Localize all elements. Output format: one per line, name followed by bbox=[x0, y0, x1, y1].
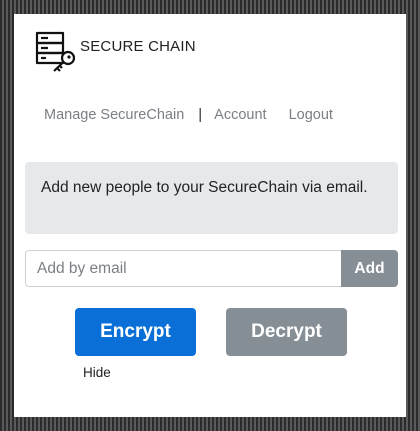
email-input[interactable] bbox=[25, 250, 341, 287]
top-nav: Manage SecureChain | Account Logout bbox=[44, 106, 333, 123]
nav-logout[interactable]: Logout bbox=[289, 107, 333, 123]
encrypt-button[interactable]: Encrypt bbox=[75, 308, 196, 356]
add-email-row: Add bbox=[25, 250, 398, 287]
nav-separator: | bbox=[198, 106, 203, 123]
hide-link[interactable]: Hide bbox=[83, 365, 111, 380]
add-button[interactable]: Add bbox=[341, 250, 398, 287]
decrypt-button[interactable]: Decrypt bbox=[226, 308, 347, 356]
app-title: SECURE CHAIN bbox=[80, 37, 196, 55]
app-header: SECURE CHAIN bbox=[34, 30, 196, 74]
extension-panel: SECURE CHAIN Manage SecureChain | Accoun… bbox=[14, 14, 406, 417]
info-message: Add new people to your SecureChain via e… bbox=[25, 162, 398, 234]
nav-account[interactable]: Account bbox=[214, 107, 266, 123]
nav-manage-securechain[interactable]: Manage SecureChain bbox=[44, 107, 184, 123]
server-key-icon bbox=[35, 31, 76, 72]
